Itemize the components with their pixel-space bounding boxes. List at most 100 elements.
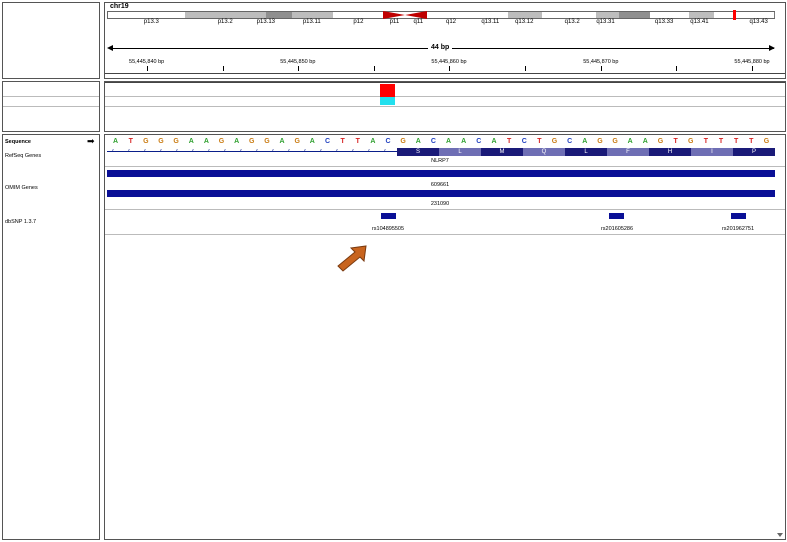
- snp-feature-2[interactable]: [609, 213, 624, 219]
- data-left-row-line-2: [3, 106, 99, 107]
- omim-feature-2[interactable]: [107, 190, 775, 197]
- strand-chevron-icon: ‹: [208, 148, 210, 154]
- band-10[interactable]: [507, 12, 544, 18]
- sequence-base: A: [415, 138, 421, 145]
- band-label: p13.11: [302, 19, 321, 25]
- strand-chevron-icon: ‹: [352, 148, 354, 154]
- refseq-bottom-line: [105, 166, 785, 167]
- data-row-line-1: [105, 96, 785, 97]
- band-1[interactable]: [185, 12, 267, 18]
- header-name-panel: [2, 2, 100, 79]
- sequence-base: G: [400, 138, 406, 145]
- amino-acid-block[interactable]: F: [607, 148, 649, 156]
- sequence-base: G: [143, 138, 149, 145]
- strand-chevron-icon: ‹: [176, 148, 178, 154]
- amino-acid-block[interactable]: Q: [523, 148, 565, 156]
- snp-feature-1[interactable]: [381, 213, 396, 219]
- strand-chevron-icon: ‹: [128, 148, 130, 154]
- strand-chevron-icon: ‹: [144, 148, 146, 154]
- strand-chevron-icon: ‹: [336, 148, 338, 154]
- amino-acid-block[interactable]: P: [733, 148, 775, 156]
- sequence-base: T: [749, 138, 754, 145]
- strand-chevron-icon: ‹: [240, 148, 242, 154]
- red-signal-block[interactable]: [380, 84, 395, 97]
- sequence-base: G: [294, 138, 300, 145]
- amino-acid-block[interactable]: M: [481, 148, 523, 156]
- sequence-base: T: [673, 138, 678, 145]
- strand-chevron-icon: ‹: [272, 148, 274, 154]
- sequence-track-label[interactable]: Sequence: [5, 139, 31, 145]
- band-label: q11: [413, 19, 424, 25]
- centromere-left: [383, 11, 405, 19]
- span-width-label: 44 bp: [428, 44, 453, 51]
- ruler-minor-tick: [373, 66, 375, 71]
- sequence-base: T: [718, 138, 724, 145]
- amino-acid-block[interactable]: H: [649, 148, 691, 156]
- ruler-minor-tick: [222, 66, 224, 71]
- feature-name-panel: [2, 134, 100, 540]
- sequence-base: C: [324, 138, 330, 145]
- band-label: p11: [389, 19, 400, 25]
- band-3[interactable]: [265, 12, 293, 18]
- sequence-base: T: [703, 138, 709, 145]
- sequence-base: C: [430, 138, 436, 145]
- band-12[interactable]: [596, 12, 621, 18]
- strand-chevron-icon: ‹: [160, 148, 162, 154]
- chromosome-label[interactable]: chr19: [110, 3, 129, 10]
- strand-chevron-icon: ‹: [368, 148, 370, 154]
- ruler-tick: [448, 66, 450, 71]
- sequence-base: C: [476, 138, 482, 145]
- band-label: p12: [353, 19, 364, 25]
- amino-acid-block[interactable]: L: [565, 148, 607, 156]
- strand-chevron-icon: ‹: [224, 148, 226, 154]
- snp-feature-3[interactable]: [731, 213, 746, 219]
- ruler-tick: [146, 66, 148, 71]
- strand-chevron-icon: ‹: [112, 148, 114, 154]
- band-0[interactable]: [108, 12, 187, 18]
- band-8[interactable]: [430, 12, 480, 18]
- snp-id-1: rs104895505: [371, 226, 405, 232]
- ruler-tick: [752, 66, 754, 71]
- data-track-row-2[interactable]: [3, 98, 65, 105]
- sequence-base: G: [612, 138, 618, 145]
- ruler-right-arrow-icon: [769, 45, 775, 51]
- omim-track-label[interactable]: OMIM Genes: [5, 185, 38, 191]
- ruler-tick-label: 55,445,850 bp: [280, 59, 316, 65]
- sequence-base: A: [203, 138, 209, 145]
- band-14[interactable]: [650, 12, 690, 18]
- band-label: q13.33: [654, 19, 674, 25]
- ruler-minor-tick: [676, 66, 678, 71]
- amino-acid-block[interactable]: S: [397, 148, 439, 156]
- omim-id-1: 609661: [430, 182, 450, 188]
- sequence-base: T: [128, 138, 133, 145]
- band-label: p13.13: [256, 19, 276, 25]
- data-left-row-line-1: [3, 96, 99, 97]
- current-region-marker[interactable]: [733, 10, 736, 20]
- band-13[interactable]: [619, 12, 652, 18]
- band-5[interactable]: [333, 12, 385, 18]
- band-label: q13.2: [564, 19, 580, 25]
- amino-acid-block[interactable]: I: [691, 148, 733, 156]
- omim-feature-1[interactable]: [107, 170, 775, 177]
- sequence-base: A: [279, 138, 285, 145]
- strand-arrow-icon[interactable]: ➡: [87, 137, 95, 146]
- amino-acid-block[interactable]: L: [439, 148, 481, 156]
- refseq-gene-name: NLRP7: [431, 158, 449, 164]
- cyan-signal-block[interactable]: [380, 97, 395, 105]
- sequence-base: T: [506, 138, 512, 145]
- dbsnp-track-label[interactable]: dbSNP 1.3.7: [5, 219, 36, 225]
- band-15[interactable]: [688, 12, 716, 18]
- band-4[interactable]: [291, 12, 335, 18]
- ruler-tick: [600, 66, 602, 71]
- band-11[interactable]: [542, 12, 598, 18]
- band-16[interactable]: [714, 12, 775, 18]
- scroll-down-icon[interactable]: [777, 533, 783, 537]
- band-9[interactable]: [478, 12, 509, 18]
- sequence-base: G: [688, 138, 694, 145]
- refseq-track-label[interactable]: RefSeq Genes: [5, 153, 41, 159]
- sequence-base: T: [340, 138, 345, 145]
- dbsnp-bottom-line: [105, 234, 785, 235]
- sequence-base: G: [551, 138, 558, 145]
- ruler-tick-label: 55,445,870 bp: [583, 59, 619, 65]
- band-label: q13.41: [690, 19, 709, 25]
